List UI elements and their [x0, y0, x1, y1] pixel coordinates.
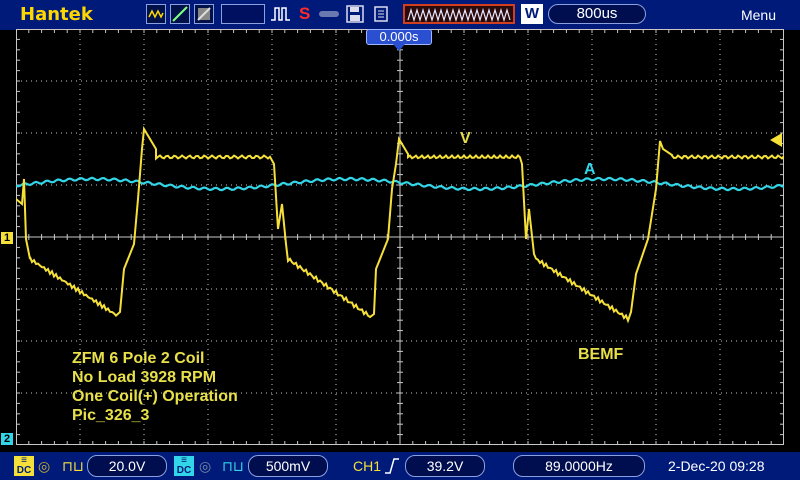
status-bar: ≡ DC ◎ ⊓⊔ 20.0V ≡ DC ◎ ⊓⊔ 500mV CH1 39.2V … — [0, 452, 800, 480]
ch2-scale[interactable]: 500mV — [248, 455, 328, 477]
waveform-type-icon[interactable] — [146, 4, 166, 24]
trigger-position-marker[interactable] — [393, 44, 405, 51]
annotation-line: No Load 3928 RPM — [72, 369, 217, 386]
pulse-trigger-icon[interactable] — [270, 4, 290, 24]
annotation-line: One Coil(+) Operation — [72, 388, 238, 405]
probe-icon[interactable]: ⊓⊔ — [62, 458, 84, 475]
bw-limit-icon[interactable]: ◎ — [38, 458, 50, 475]
top-toolbar: Hantek S W 800us Menu — [0, 0, 800, 30]
link-icon[interactable] — [318, 4, 339, 24]
trigger-level-marker[interactable] — [770, 133, 782, 147]
brand-logo: Hantek — [20, 4, 93, 25]
annotation-line: Pic_326_3 — [72, 407, 150, 424]
ch2-coupling-icon[interactable]: ≡ DC — [174, 456, 194, 476]
trigger-mode-label: W — [524, 5, 540, 22]
ch2-probe-icon[interactable]: ⊓⊔ — [222, 458, 244, 475]
ch1-ground-marker[interactable]: 1 — [1, 232, 13, 244]
ch1-coupling-icon[interactable]: ≡ DC — [14, 456, 34, 476]
timebase-value: 800us — [576, 5, 618, 22]
menu-button[interactable]: Menu — [741, 7, 776, 23]
frequency-readout: 89.0000Hz — [513, 455, 645, 477]
datetime: 2-Dec-20 09:28 — [668, 458, 765, 474]
run-stop-status[interactable]: S — [299, 4, 310, 24]
bemf-label: BEMF — [578, 346, 624, 363]
time-offset-badge[interactable]: 0.000s — [366, 29, 432, 45]
timebase-box[interactable]: 800us — [548, 4, 646, 24]
annotation-line: ZFM 6 Pole 2 Coil — [72, 350, 205, 367]
voltage-trace-label: V — [460, 130, 471, 147]
ramp-icon[interactable] — [170, 4, 190, 24]
save-icon[interactable] — [345, 4, 365, 24]
rising-edge-icon[interactable] — [384, 457, 400, 480]
trigger-source[interactable]: CH1 — [353, 458, 381, 474]
trigger-mode-box[interactable]: W — [521, 4, 543, 24]
ch2-ground-marker[interactable]: 2 — [1, 433, 13, 445]
display-mode-box[interactable] — [221, 4, 265, 24]
current-trace-label: A — [584, 161, 596, 178]
persistence-icon[interactable] — [194, 4, 214, 24]
annotation-block: ZFM 6 Pole 2 Coil No Load 3928 RPM One C… — [72, 349, 238, 425]
memory-depth-indicator[interactable] — [403, 4, 515, 24]
ch1-scale[interactable]: 20.0V — [87, 455, 167, 477]
trigger-level[interactable]: 39.2V — [405, 455, 485, 477]
ch2-bw-limit-icon[interactable]: ◎ — [199, 458, 211, 475]
usb-icon[interactable] — [371, 4, 391, 24]
